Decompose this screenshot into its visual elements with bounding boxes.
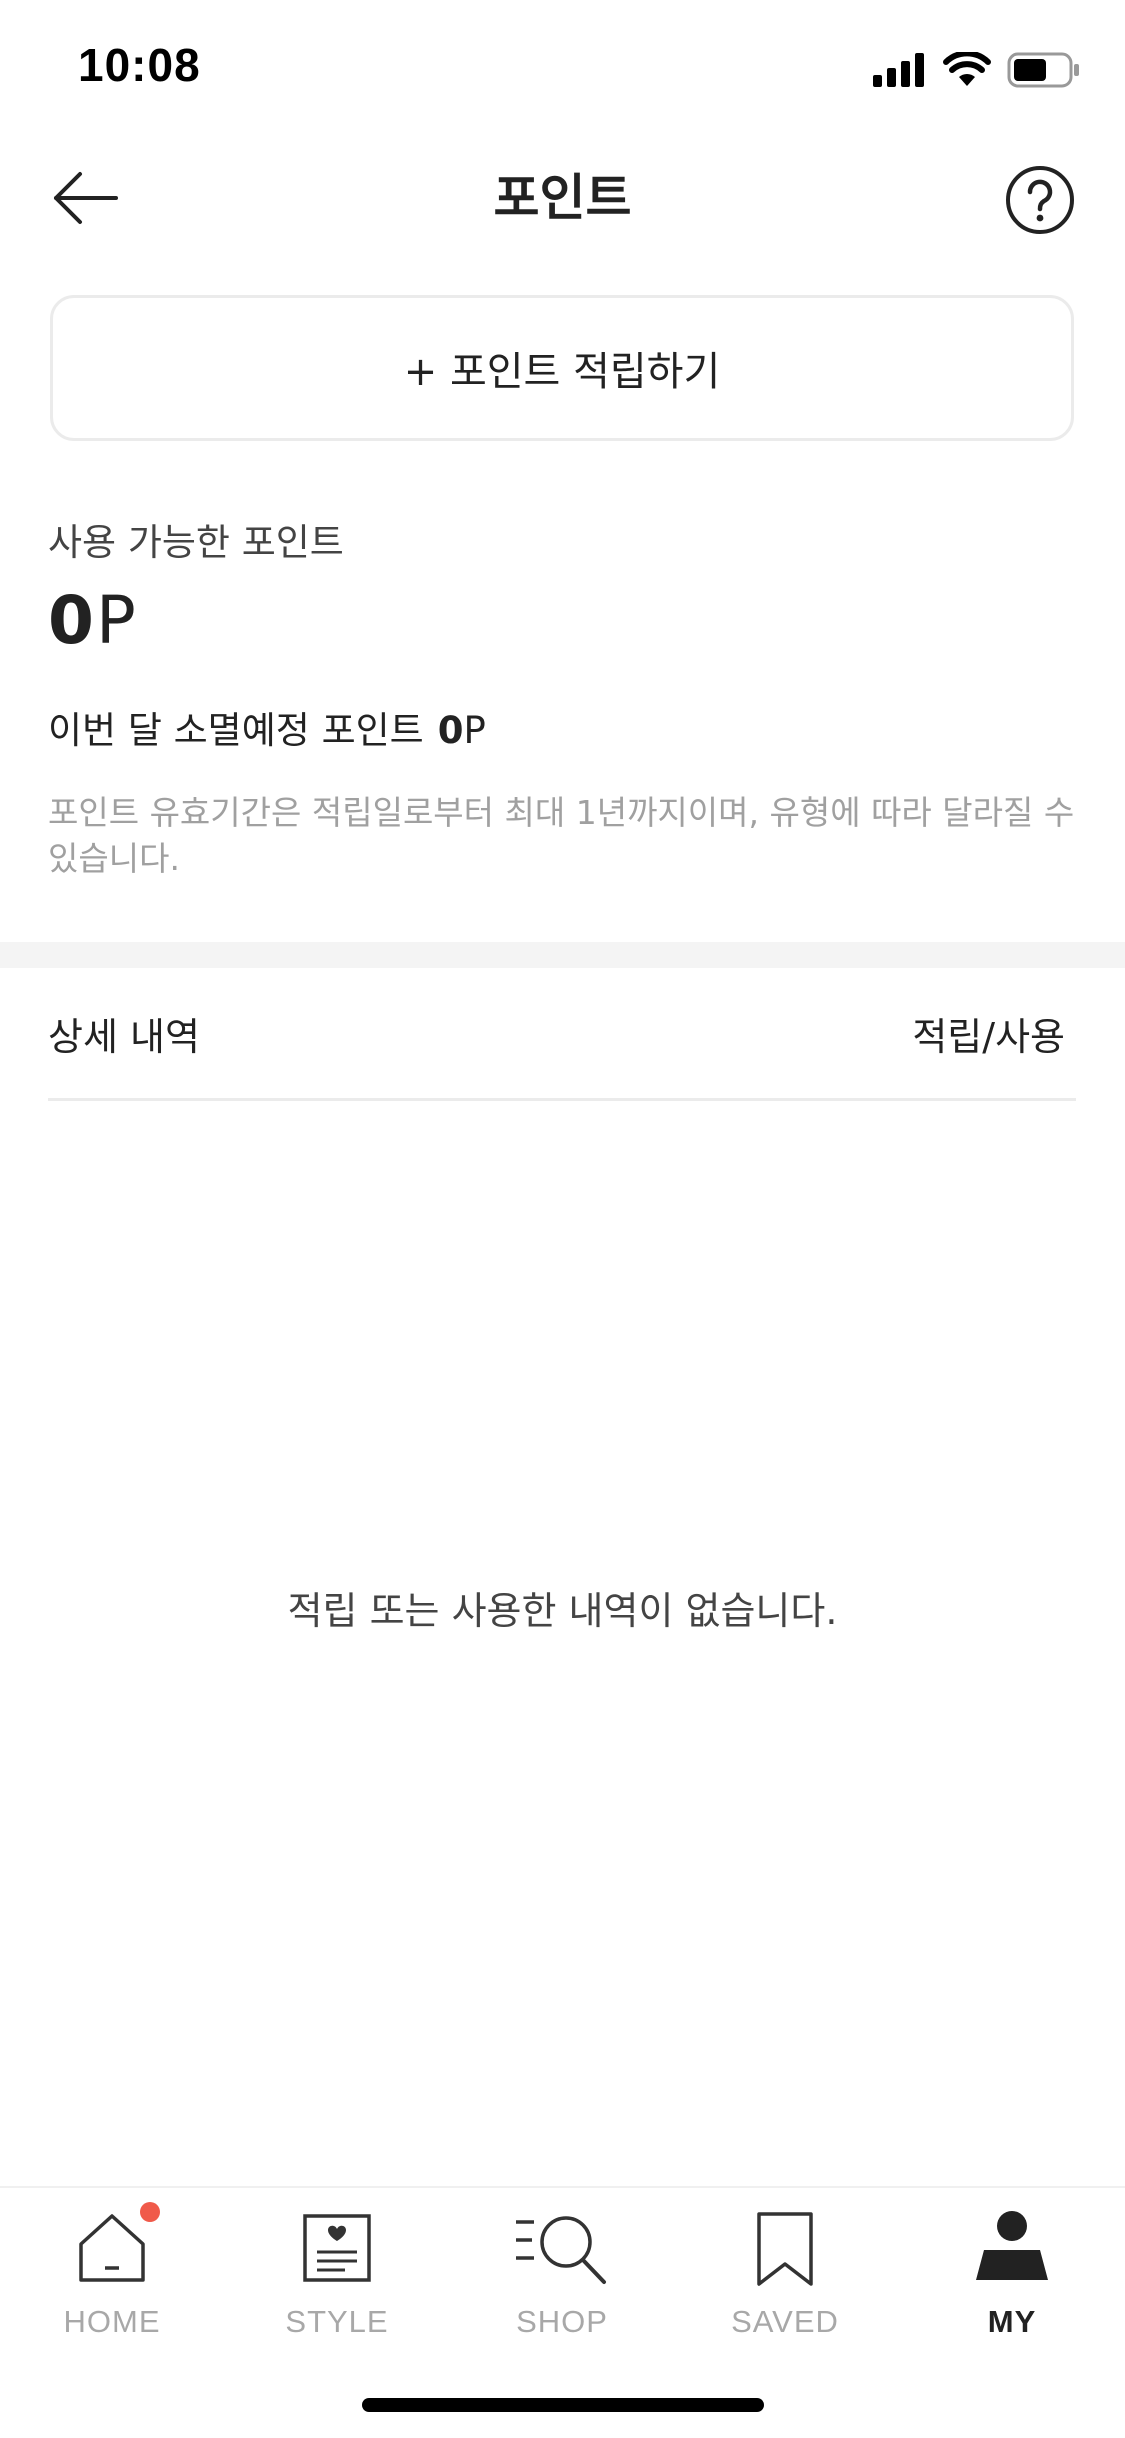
nav-item-shop[interactable]: SHOP bbox=[462, 2208, 662, 2339]
expiring-points-label: 이번 달 소멸예정 포인트 bbox=[48, 709, 424, 752]
expiring-points-number: 0 bbox=[437, 709, 464, 752]
arrow-left-icon bbox=[54, 172, 118, 224]
back-button[interactable] bbox=[40, 160, 130, 236]
section-divider bbox=[0, 942, 1125, 968]
profile-icon bbox=[972, 2208, 1052, 2288]
shop-search-icon bbox=[516, 2208, 606, 2288]
points-validity-notice: 포인트 유효기간은 적립일로부터 최대 1년까지이며, 유형에 따라 달라질 수… bbox=[48, 793, 1075, 878]
nav-label-my: MY bbox=[987, 2304, 1037, 2339]
details-divider bbox=[48, 1098, 1076, 1101]
wifi-icon bbox=[943, 52, 991, 86]
expiring-points-unit: P bbox=[463, 709, 486, 752]
bookmark-icon bbox=[745, 2208, 825, 2288]
details-title: 상세 내역 bbox=[48, 1015, 200, 1059]
notification-badge bbox=[140, 2202, 160, 2222]
help-button[interactable] bbox=[1000, 160, 1080, 240]
available-points-label: 사용 가능한 포인트 bbox=[48, 521, 344, 564]
details-filter-button[interactable]: 적립/사용 bbox=[912, 1006, 1065, 1061]
nav-item-home[interactable]: HOME bbox=[12, 2202, 212, 2339]
nav-item-my[interactable]: MY bbox=[912, 2208, 1112, 2339]
status-icons bbox=[873, 50, 1081, 90]
available-points-unit: P bbox=[95, 582, 136, 659]
status-time: 10:08 bbox=[78, 39, 201, 91]
page-title: 포인트 bbox=[493, 169, 632, 227]
available-points-value: 0 P bbox=[48, 574, 136, 654]
home-icon bbox=[72, 2202, 160, 2288]
earn-points-button[interactable]: + 포인트 적립하기 bbox=[50, 295, 1074, 441]
question-circle-icon bbox=[1006, 166, 1074, 234]
nav-label-shop: SHOP bbox=[516, 2304, 608, 2339]
nav-item-style[interactable]: STYLE bbox=[237, 2208, 437, 2339]
expiring-points-row: 이번 달 소멸예정 포인트 0 P bbox=[48, 700, 486, 754]
nav-label-style: STYLE bbox=[285, 2304, 389, 2339]
style-icon bbox=[297, 2208, 377, 2288]
nav-item-saved[interactable]: SAVED bbox=[685, 2208, 885, 2339]
battery-icon bbox=[1007, 52, 1079, 88]
nav-label-saved: SAVED bbox=[731, 2304, 839, 2339]
available-points-number: 0 bbox=[48, 582, 94, 659]
signal-icon bbox=[873, 53, 924, 87]
empty-history-message: 적립 또는 사용한 내역이 없습니다. bbox=[287, 1589, 838, 1633]
nav-label-home: HOME bbox=[63, 2304, 161, 2339]
home-indicator bbox=[362, 2398, 764, 2412]
